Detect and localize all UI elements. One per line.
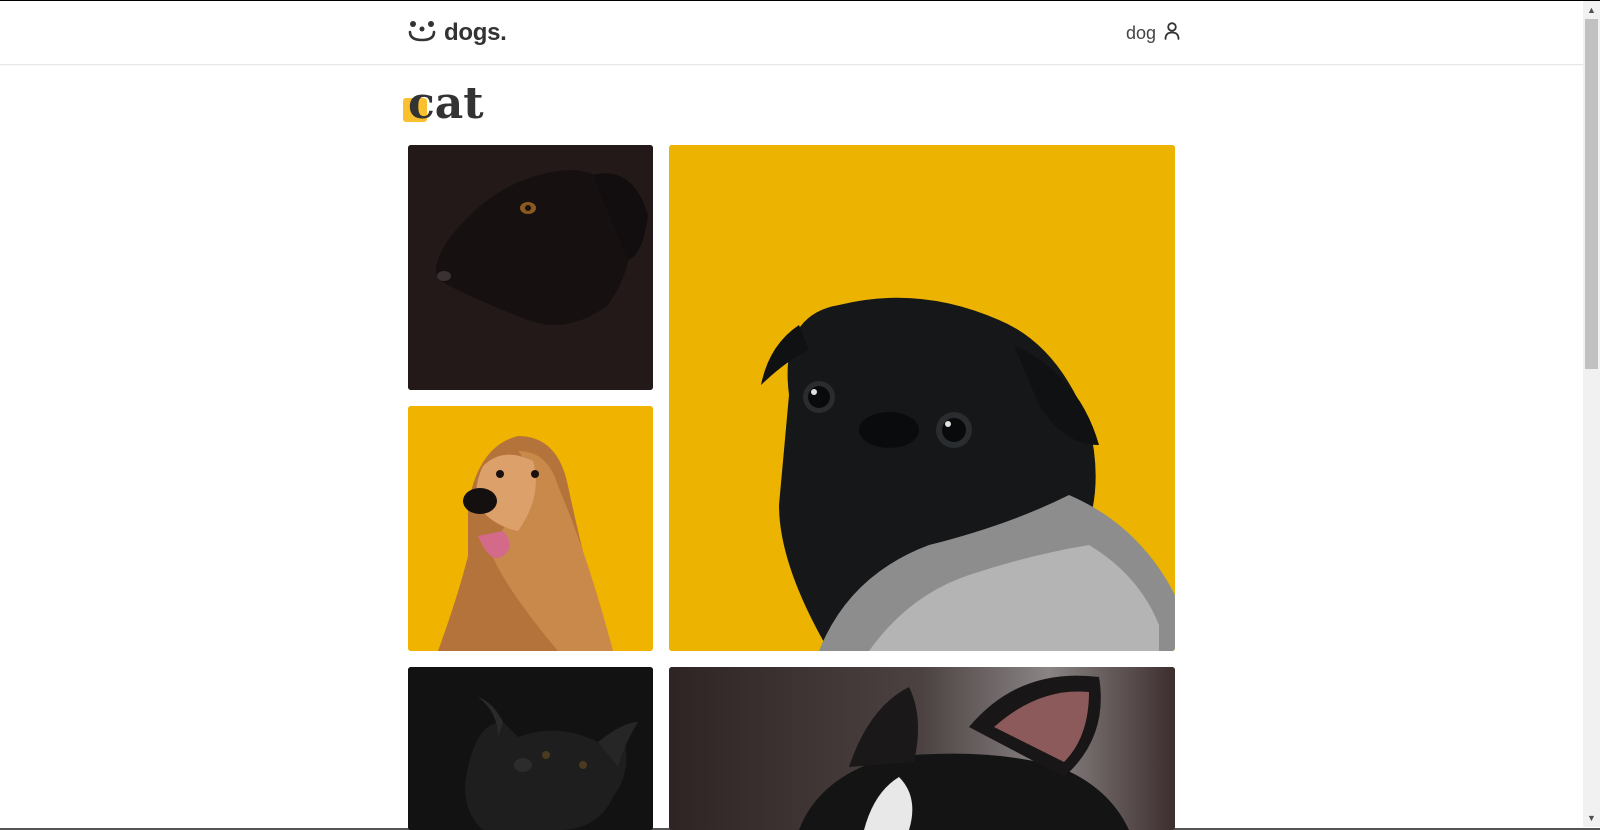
logo-link[interactable]: dogs.	[408, 19, 507, 47]
site-header: dogs. dog	[0, 1, 1583, 65]
pug-image	[669, 145, 1175, 651]
photo-black-fluffy-dog[interactable]	[408, 667, 653, 830]
photo-french-bulldog[interactable]	[669, 667, 1175, 830]
scroll-down-icon[interactable]: ▼	[1583, 809, 1600, 826]
logo-text: dogs.	[444, 19, 507, 46]
dog-face-icon	[408, 20, 436, 47]
scrollbar-thumb[interactable]	[1585, 19, 1598, 369]
afghan-hound-image	[408, 406, 653, 651]
page-title-wrapper: cat	[403, 78, 484, 138]
user-name: dog	[1125, 22, 1156, 43]
user-icon	[1164, 21, 1180, 45]
black-dog-image	[408, 145, 653, 390]
header-container: dogs. dog	[408, 1, 1180, 65]
page-scrollbar[interactable]: ▲ ▼	[1583, 1, 1600, 827]
black-fluffy-dog-image	[408, 667, 653, 830]
photo-black-dog[interactable]	[408, 145, 653, 390]
page-title: cat	[408, 78, 484, 129]
photo-afghan-hound[interactable]	[408, 406, 653, 651]
photo-pug[interactable]	[669, 145, 1175, 651]
french-bulldog-image	[669, 667, 1175, 830]
scroll-up-icon[interactable]: ▲	[1583, 1, 1600, 18]
user-account-link[interactable]: dog	[1125, 21, 1180, 45]
